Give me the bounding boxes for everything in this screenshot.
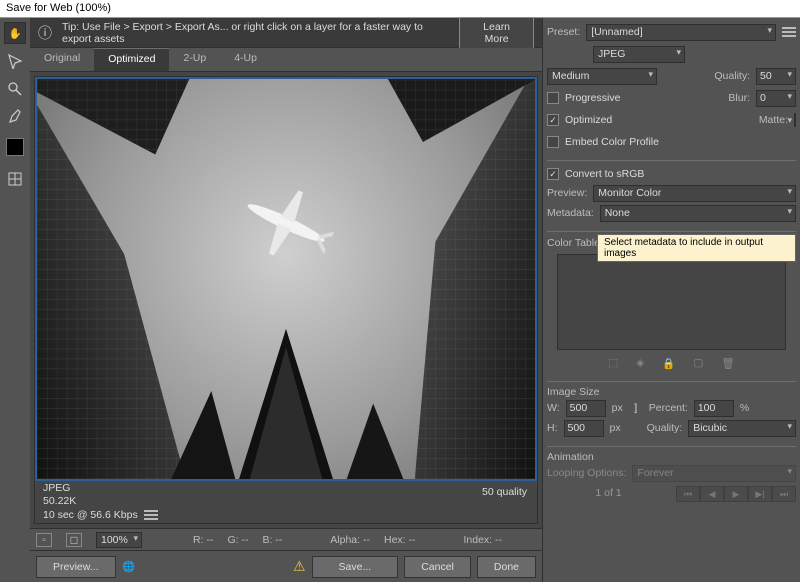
convert-srgb-checkbox[interactable]: Convert to sRGB [547,165,796,183]
quality-field[interactable] [756,68,796,85]
status-alpha: Alpha: -- [330,534,370,546]
ct-trash-icon[interactable]: 🗑 [721,357,734,370]
quality-label: Quality: [714,70,750,82]
embed-profile-checkbox[interactable]: Embed Color Profile [547,133,659,151]
status-hex: Hex: -- [384,534,416,546]
done-button[interactable]: Done [477,556,536,578]
status-index: Index: -- [463,534,502,546]
width-label: W: [547,402,560,414]
ct-map-icon[interactable]: ⬚ [608,357,618,370]
preview-pane: JPEG 50.22K 10 sec @ 56.6 Kbps 50 qualit… [34,76,538,524]
matte-label: Matte: [759,114,788,126]
quality-level-select[interactable]: Medium [547,68,657,85]
preview-label: Preview: [547,187,587,199]
button-bar: Preview... 🌐 ⚠ Save... Cancel Done [30,550,542,582]
preview-select[interactable]: Monitor Color [593,185,796,202]
metadata-tooltip: Select metadata to include in output ima… [597,234,796,262]
toggle-slices-icon[interactable] [4,168,26,190]
footer-format: JPEG [43,482,529,495]
preview-canvas[interactable] [35,77,537,481]
percent-field[interactable] [694,400,734,417]
height-label: H: [547,422,558,434]
ct-lock-icon[interactable]: 🔒 [662,357,675,370]
ct-shift-icon[interactable]: ◈ [636,357,644,370]
loop-label: Looping Options: [547,467,626,479]
next-frame-icon: ▶| [748,486,772,502]
height-field[interactable] [564,420,604,437]
preview-tabs: Original Optimized 2-Up 4-Up [30,48,542,72]
preset-select[interactable]: [Unnamed] [586,24,776,41]
preview-button[interactable]: Preview... [36,556,116,578]
preset-label: Preset: [547,26,580,38]
color-table-title: Color Table [547,237,600,249]
playback-controls: ⏮ ◀ ▶ ▶| ⏭ [676,486,796,502]
metadata-label: Metadata: [547,207,594,219]
width-field[interactable] [566,400,606,417]
animation-title: Animation [547,451,796,463]
matte-swatch[interactable] [794,113,796,127]
tool-strip: ✋ [0,18,30,582]
tip-bar: ⓘ Tip: Use File > Export > Export As... … [30,18,542,48]
slice-select-tool-icon[interactable] [4,50,26,72]
preset-menu-icon[interactable] [782,25,796,39]
optimized-checkbox[interactable]: Optimized [547,111,612,129]
status-box2-icon[interactable]: ◻ [66,533,82,547]
browser-icon[interactable]: 🌐 [122,560,136,574]
resample-label: Quality: [647,422,683,434]
blur-field[interactable] [756,90,796,107]
tab-optimized[interactable]: Optimized [94,48,169,71]
learn-more-button[interactable]: Learn More [459,17,534,49]
hand-tool-icon[interactable]: ✋ [4,22,26,44]
footer-flyout-icon[interactable] [144,508,158,522]
footer-time: 10 sec @ 56.6 Kbps [43,509,138,522]
progressive-checkbox[interactable]: Progressive [547,89,620,107]
play-icon: ▶ [724,486,748,502]
status-g: G: -- [227,534,248,546]
zoom-field[interactable] [96,532,142,548]
color-table [557,254,786,350]
tab-4up[interactable]: 4-Up [220,48,271,71]
format-select[interactable]: JPEG [593,46,685,63]
percent-label: Percent: [649,402,688,414]
ct-new-icon[interactable]: ▢ [693,357,703,370]
image-size-title: Image Size [547,386,796,398]
settings-panel: Preset: [Unnamed] JPEG Medium Quality: P… [542,18,800,582]
tip-text: Tip: Use File > Export > Export As... or… [62,21,449,45]
footer-size: 50.22K [43,495,529,508]
footer-quality: 50 quality [482,486,527,499]
cancel-button[interactable]: Cancel [404,556,471,578]
loop-select: Forever [632,465,796,482]
status-b: B: -- [262,534,282,546]
warning-icon[interactable]: ⚠ [293,558,306,575]
first-frame-icon: ⏮ [676,486,700,502]
frame-count: 1 of 1 [547,487,670,499]
last-frame-icon: ⏭ [772,486,796,502]
zoom-tool-icon[interactable] [4,78,26,100]
eyedropper-color-swatch[interactable] [6,138,24,156]
prev-frame-icon: ◀ [700,486,724,502]
tab-original[interactable]: Original [30,48,94,71]
tab-2up[interactable]: 2-Up [169,48,220,71]
resample-select[interactable]: Bicubic [688,420,796,437]
status-box1-icon[interactable]: ▫ [36,533,52,547]
blur-label: Blur: [728,92,750,104]
preview-footer: JPEG 50.22K 10 sec @ 56.6 Kbps 50 qualit… [35,481,537,523]
info-icon: ⓘ [38,23,52,43]
metadata-select[interactable]: None [600,205,796,222]
save-button[interactable]: Save... [312,556,399,578]
status-bar: ▫ ◻ R: -- G: -- B: -- Alpha: -- Hex: -- … [30,528,542,550]
window-title: Save for Web (100%) [0,0,800,18]
status-r: R: -- [193,534,213,546]
constrain-icon[interactable]: ] [629,402,643,414]
eyedropper-tool-icon[interactable] [4,106,26,128]
